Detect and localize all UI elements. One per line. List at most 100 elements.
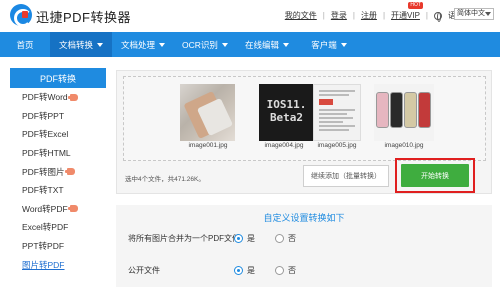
sidebar-item-label: PPT转PDF [22, 241, 65, 252]
chevron-down-icon [340, 42, 347, 47]
register-link[interactable]: 注册 [361, 10, 377, 21]
sidebar-item[interactable]: PDF转PPT [10, 107, 106, 126]
merge-no-radio[interactable] [275, 234, 284, 243]
sidebar-item[interactable]: Word转PDF [10, 200, 106, 219]
chevron-down-icon [485, 12, 491, 16]
thumbnail-caption: image001.jpg [188, 142, 228, 149]
phone-image-shape [376, 92, 389, 128]
brand-name[interactable]: 迅捷PDF转换器 [36, 7, 131, 26]
settings-title: 自定义设置转换如下 [263, 213, 345, 223]
top-bar: 迅捷PDF转换器 我的文件 | 登录 | 注册 | 开通VIP HOT | 语言… [0, 0, 500, 32]
nav-item[interactable]: 文档处理 [112, 32, 174, 57]
divider: | [425, 11, 428, 20]
yes-label: 是 [247, 234, 255, 243]
open-vip-link[interactable]: 开通VIP [391, 11, 420, 20]
upload-panel: image001.jpg IOS11. Beta2 image004.jpg i… [116, 70, 492, 194]
sidebar-item-label: PDF转TXT [22, 185, 64, 196]
app-logo-icon[interactable] [10, 4, 32, 27]
nav-item-label: 在线编辑 [244, 39, 279, 50]
public-no-radio[interactable] [275, 266, 284, 275]
text-line-shape [319, 125, 355, 127]
thumbnail-caption: image010.jpg [384, 142, 424, 149]
divider: | [352, 11, 355, 20]
public-radio-group: 是 否 [234, 265, 296, 276]
language-value: 简体中文 [457, 10, 485, 17]
text-line-shape [319, 113, 347, 115]
thumbnail-overlay-text: IOS11. Beta2 [259, 98, 314, 124]
sidebar-item-label: Word转PDF [22, 203, 68, 214]
sidebar-item-label: PDF转Word [22, 92, 68, 103]
nav-item-label: 客户端 [311, 39, 337, 50]
thumbnail-image005[interactable] [313, 84, 361, 141]
main-nav: 首页 文档转换 文档处理 OCR识别 在线编辑 客户端 [0, 32, 500, 57]
public-yes-radio[interactable] [234, 266, 243, 275]
divider: | [322, 11, 325, 20]
text-line-shape [319, 109, 355, 111]
sidebar-item-label: 图片转PDF [22, 259, 65, 270]
thumbnail-image001[interactable] [180, 84, 235, 141]
chevron-down-icon [97, 42, 103, 47]
sidebar-item[interactable]: PDF转Word [10, 88, 106, 107]
nav-item-label: 文档转换 [58, 39, 93, 50]
sidebar-item-label: PDF转PPT [22, 110, 65, 121]
top-links: 我的文件 | 登录 | 注册 | 开通VIP HOT | 语言 [285, 2, 464, 22]
text-line-shape [319, 121, 343, 123]
sidebar-list: PDF转Word PDF转PPT PDF转Excel PDF转HTML PDF转图片 PD… [10, 88, 106, 274]
chevron-down-icon [221, 42, 228, 47]
phone-image-shape [404, 92, 417, 128]
no-label: 否 [288, 266, 296, 275]
red-block-shape [319, 99, 333, 105]
merge-radio-group: 是 否 [234, 233, 296, 244]
thumbnail-image010[interactable] [374, 84, 434, 141]
overlay-line: IOS11. [266, 98, 307, 111]
text-line-shape [319, 129, 349, 131]
nav-item-label: 文档处理 [120, 39, 155, 50]
login-link[interactable]: 登录 [331, 10, 347, 21]
selection-summary: 选中4个文件，共471.26K。 [125, 176, 205, 183]
hand-pointer-icon [67, 93, 78, 101]
public-option-label: 公开文件 [128, 266, 160, 275]
text-line-shape [319, 117, 353, 119]
sidebar-item[interactable]: PDF转图片 [10, 162, 106, 181]
yes-label: 是 [247, 266, 255, 275]
nav-item[interactable]: 首页 [0, 32, 50, 57]
overlay-line: Beta2 [269, 111, 304, 124]
start-convert-button[interactable]: 开始转换 [401, 164, 469, 187]
sidebar-title: PDF转换 [10, 68, 106, 88]
phone-image-shape [390, 92, 403, 128]
chevron-down-icon [159, 42, 165, 47]
settings-panel: 自定义设置转换如下 将所有图片合并为一个PDF文件 是 否 公开文件 是 否 [116, 205, 492, 287]
thumbnail-image004[interactable]: IOS11. Beta2 [259, 84, 314, 141]
globe-icon [434, 11, 442, 22]
add-more-button[interactable]: 继续添加（批量转换） [303, 165, 389, 187]
hand-pointer-icon [67, 205, 78, 213]
sidebar-item-label: PDF转图片 [22, 166, 65, 177]
nav-item-label: OCR识别 [182, 39, 218, 50]
start-button-highlight: 开始转换 [395, 158, 475, 193]
nav-item[interactable]: 客户端 [298, 32, 360, 57]
nav-item[interactable]: 在线编辑 [236, 32, 298, 57]
chevron-down-icon [283, 42, 289, 47]
vip-wrapper: 开通VIP HOT [391, 2, 423, 21]
nav-item[interactable]: 文档转换 [50, 32, 112, 57]
sidebar-item[interactable]: 图片转PDF [10, 255, 106, 274]
sidebar-item[interactable]: PDF转Excel [10, 125, 106, 144]
sidebar-item-label: Excel转PDF [22, 222, 69, 233]
nav-item[interactable]: OCR识别 [174, 32, 236, 57]
my-files-link[interactable]: 我的文件 [285, 10, 317, 21]
nav-item-label: 首页 [16, 39, 34, 50]
language-select[interactable]: 简体中文 [454, 8, 494, 20]
phone-image-shape [418, 92, 431, 128]
sidebar-item[interactable]: Excel转PDF [10, 218, 106, 237]
sidebar-item[interactable]: PPT转PDF [10, 237, 106, 256]
divider: | [382, 11, 386, 20]
hand-pointer-icon [64, 168, 75, 176]
file-dropzone[interactable]: image001.jpg IOS11. Beta2 image004.jpg i… [123, 76, 486, 161]
sidebar-item-label: PDF转HTML [22, 148, 71, 159]
merge-yes-radio[interactable] [234, 234, 243, 243]
merge-option-label: 将所有图片合并为一个PDF文件 [128, 234, 240, 243]
hot-badge: HOT [408, 2, 423, 9]
sidebar-item[interactable]: PDF转HTML [10, 144, 106, 163]
sidebar-item[interactable]: PDF转TXT [10, 181, 106, 200]
sidebar-item-label: PDF转Excel [22, 129, 69, 140]
